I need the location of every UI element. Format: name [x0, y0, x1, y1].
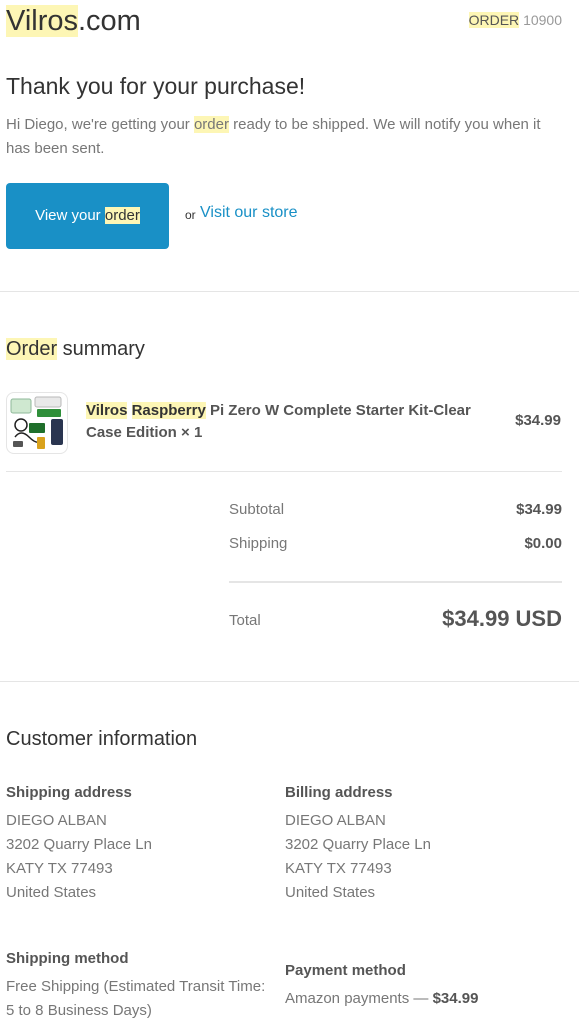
shipping-value: $0.00 — [524, 535, 562, 552]
or-separator: or — [185, 208, 196, 222]
order-number-value: 10900 — [523, 12, 562, 28]
shipping-address: DIEGO ALBAN 3202 Quarry Place Ln KATY TX… — [6, 809, 152, 905]
total-value: $34.99 USD — [442, 606, 562, 631]
billing-address: DIEGO ALBAN 3202 Quarry Place Ln KATY TX… — [285, 809, 431, 905]
order-summary-title: Order summary — [6, 336, 145, 362]
payment-method: Amazon payments — $34.99 — [285, 987, 478, 1011]
shipping-method: Free Shipping (Estimated Transit Time: 5… — [6, 975, 265, 1023]
order-summary-title-rest: summary — [57, 338, 145, 360]
subtotal-label: Subtotal — [229, 501, 285, 518]
product-name-hl-2: Raspberry — [131, 402, 206, 419]
shipping-method-line: Free Shipping (Estimated Transit Time: — [6, 978, 266, 995]
billing-address-heading: Billing address — [285, 784, 393, 801]
shipping-address-line: DIEGO ALBAN — [6, 812, 107, 829]
totals-divider — [229, 581, 562, 583]
shipping-address-heading: Shipping address — [6, 784, 132, 801]
billing-address-line: United States — [285, 884, 376, 901]
billing-address-line: KATY TX 77493 — [285, 860, 392, 877]
product-price: $34.99 — [515, 412, 561, 429]
billing-address-line: DIEGO ALBAN — [285, 812, 386, 829]
order-label: ORDER — [468, 12, 520, 28]
section-divider — [0, 291, 579, 292]
view-order-label: View your — [35, 207, 105, 224]
brand-highlight: Vilros — [6, 5, 78, 37]
product-image-icon — [10, 396, 63, 449]
view-order-highlight: order — [104, 207, 140, 224]
payment-method-heading: Payment method — [285, 962, 406, 979]
product-name[interactable]: Vilros Raspberry Pi Zero W Complete Star… — [86, 400, 486, 444]
brand-suffix: .com — [78, 5, 141, 37]
page-title: Thank you for your purchase! — [6, 73, 306, 99]
shipping-row: Shipping $0.00 — [229, 535, 562, 552]
payment-amount: $34.99 — [432, 990, 479, 1007]
brand-logo[interactable]: Vilros.com — [6, 2, 141, 40]
line-item-divider — [6, 471, 562, 472]
billing-address-line: 3202 Quarry Place Ln — [285, 836, 431, 853]
shipping-method-heading: Shipping method — [6, 950, 129, 967]
intro-highlight: order — [193, 116, 229, 133]
customer-info-title: Customer information — [6, 728, 198, 750]
visit-store-link[interactable]: Visit our store — [200, 204, 298, 222]
shipping-address-line: United States — [6, 884, 97, 901]
intro-message: Hi Diego, we're getting your order ready… — [6, 113, 566, 161]
view-order-button[interactable]: View your order — [6, 183, 169, 249]
order-number: ORDER 10900 — [468, 10, 562, 30]
payment-method-name: Amazon payments — — [285, 990, 433, 1007]
shipping-method-line: 5 to 8 Business Days) — [6, 1002, 152, 1019]
shipping-label: Shipping — [229, 535, 288, 552]
product-name-hl-1: Vilros — [86, 402, 128, 419]
shipping-address-line: 3202 Quarry Place Ln — [6, 836, 152, 853]
order-summary-highlight: Order — [6, 338, 58, 360]
section-divider — [0, 681, 579, 682]
shipping-address-line: KATY TX 77493 — [6, 860, 113, 877]
subtotal-value: $34.99 — [516, 501, 562, 518]
total-label: Total — [229, 612, 261, 629]
subtotal-row: Subtotal $34.99 — [229, 501, 562, 518]
intro-text-before: Hi Diego, we're getting your — [6, 116, 194, 133]
product-thumbnail[interactable] — [6, 392, 68, 454]
